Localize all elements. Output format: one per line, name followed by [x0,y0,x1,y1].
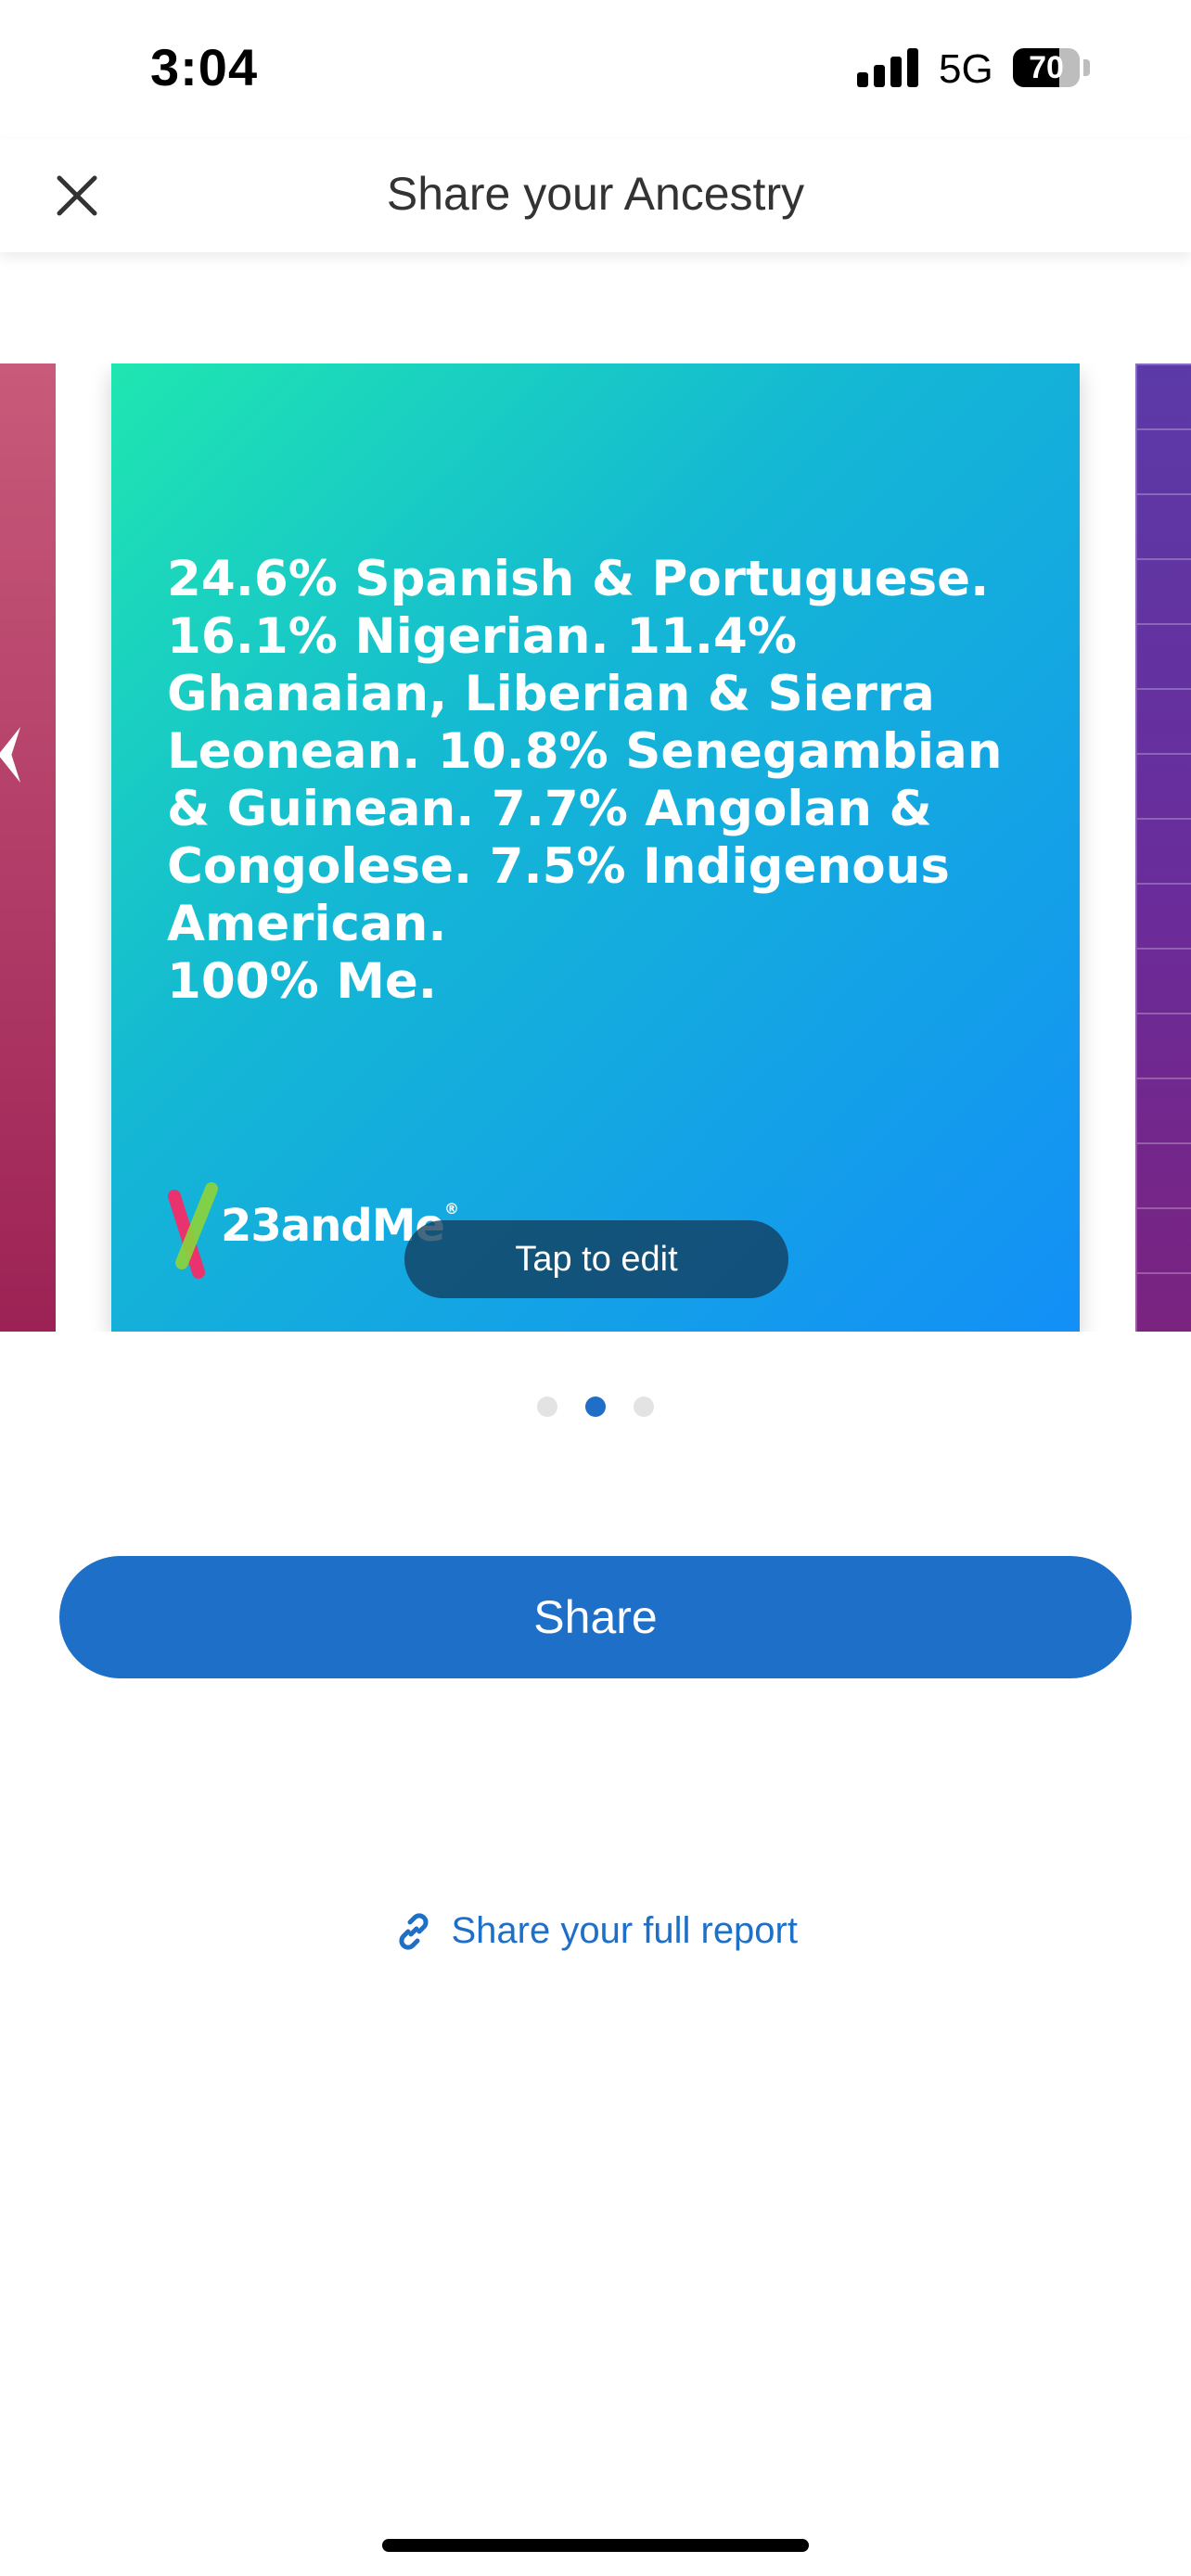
tap-to-edit-button[interactable]: Tap to edit [404,1220,788,1298]
link-icon [399,1912,429,1950]
carousel-dot[interactable] [537,1396,557,1417]
share-card-next[interactable] [1135,363,1191,1332]
network-type: 5G [939,46,993,92]
status-bar: 3:04 5G 70 [0,0,1191,139]
share-button[interactable]: Share [59,1556,1132,1678]
carousel-dot[interactable] [634,1396,654,1417]
cellular-signal-icon [857,46,922,87]
share-full-report-link[interactable]: Share your full report [0,1910,1191,1952]
carousel-dot[interactable] [585,1396,606,1417]
battery-icon: 70 [1013,48,1080,87]
brand-registered-mark: ® [444,1200,459,1218]
card-graphic [1135,363,1191,1332]
share-card-current[interactable]: 24.6% Spanish & Portuguese. 16.1% Nigeri… [111,363,1080,1332]
card-graphic [0,727,20,783]
page-title: Share your Ancestry [386,168,805,220]
share-card-previous[interactable] [0,363,56,1332]
home-indicator[interactable] [382,2539,809,2552]
battery-nub [1083,59,1090,76]
battery-level: 70 [1029,50,1064,85]
23andme-logo-icon [168,1182,218,1279]
share-card-carousel[interactable]: 24.6% Spanish & Portuguese. 16.1% Nigeri… [0,363,1191,1332]
header-bar: Share your Ancestry [0,139,1191,252]
ancestry-summary-text: 24.6% Spanish & Portuguese. 16.1% Nigeri… [167,551,1003,1010]
share-full-report-label: Share your full report [451,1910,798,1951]
status-time: 3:04 [150,38,259,96]
carousel-page-indicator [0,1396,1191,1419]
